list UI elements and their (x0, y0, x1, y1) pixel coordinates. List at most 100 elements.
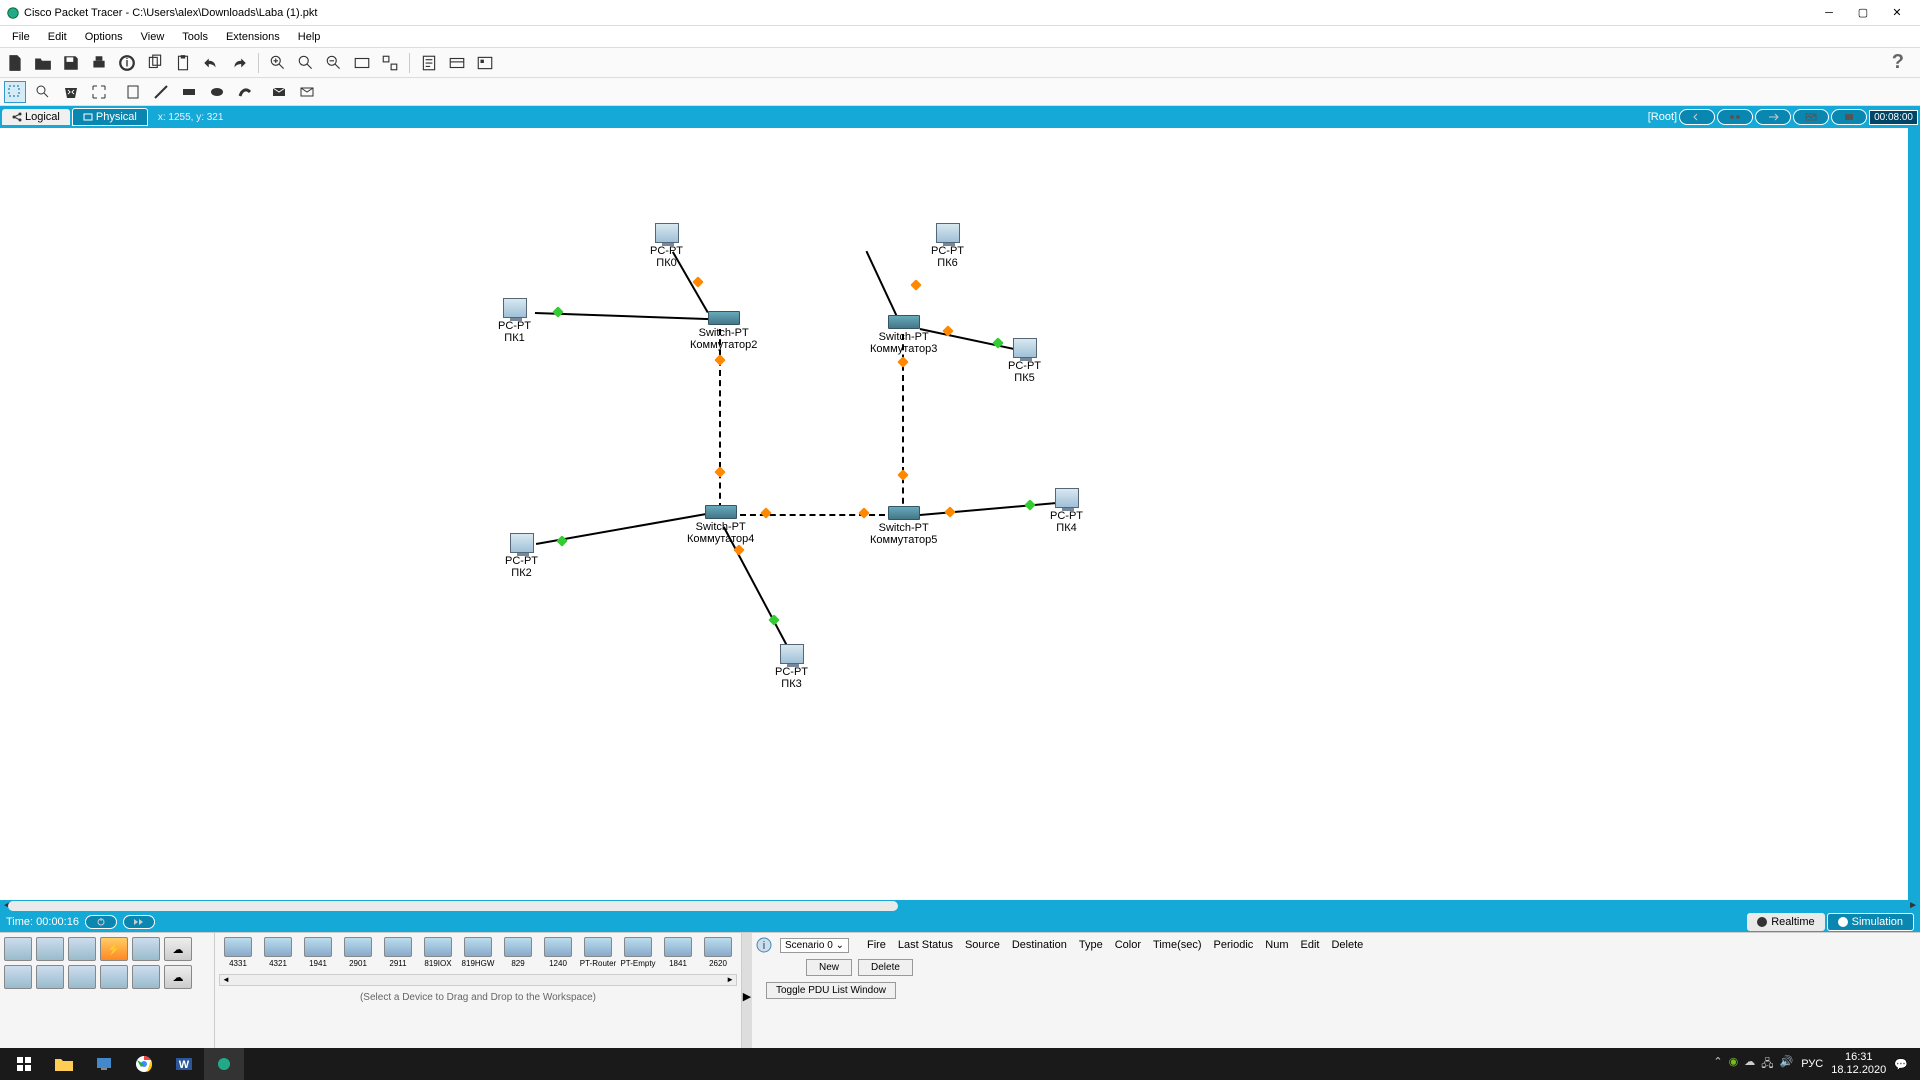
subcategory-switches[interactable] (36, 965, 64, 989)
draw-ellipse-icon[interactable] (206, 81, 228, 103)
tray-volume-icon[interactable]: 🔊 (1780, 1055, 1794, 1074)
open-file-icon[interactable] (32, 52, 54, 74)
subcategory-routers[interactable] (4, 965, 32, 989)
device-pc4[interactable]: PC-PT ПК4 (1050, 488, 1083, 534)
device-model-item[interactable]: 1941 (299, 937, 337, 968)
tray-language[interactable]: РУС (1801, 1058, 1823, 1070)
viewport-icon[interactable] (446, 52, 468, 74)
device-model-item[interactable]: 819IOX (419, 937, 457, 968)
menu-file[interactable]: File (4, 29, 38, 45)
category-network-devices[interactable] (4, 937, 32, 961)
link-pc6-sw3[interactable] (866, 251, 901, 324)
category-components[interactable] (68, 937, 96, 961)
toggle-pdu-list-button[interactable]: Toggle PDU List Window (766, 982, 896, 999)
place-note-icon[interactable] (122, 81, 144, 103)
device-model-item[interactable]: 1240 (539, 937, 577, 968)
nav-move-button[interactable] (1755, 109, 1791, 125)
menu-options[interactable]: Options (77, 29, 131, 45)
tray-notifications-icon[interactable]: 💬 (1894, 1058, 1908, 1071)
nav-background-button[interactable] (1793, 109, 1829, 125)
paste-icon[interactable] (172, 52, 194, 74)
start-button[interactable] (4, 1048, 44, 1080)
workspace-canvas[interactable]: PC-PT ПК0 PC-PT ПК6 PC-PT ПК1 Switch-PT … (0, 128, 1920, 900)
new-file-icon[interactable] (4, 52, 26, 74)
environment-icon[interactable] (474, 52, 496, 74)
complex-pdu-icon[interactable] (296, 81, 318, 103)
device-model-item[interactable]: 4331 (219, 937, 257, 968)
device-sw5[interactable]: Switch-PT Коммутатор5 (870, 506, 937, 546)
network-description-icon[interactable] (418, 52, 440, 74)
menu-tools[interactable]: Tools (174, 29, 216, 45)
device-sw4[interactable]: Switch-PT Коммутатор4 (687, 505, 754, 545)
device-model-item[interactable]: 4321 (259, 937, 297, 968)
taskbar-packet-tracer[interactable] (204, 1048, 244, 1080)
taskbar-chrome[interactable] (124, 1048, 164, 1080)
zoom-out-icon[interactable] (323, 52, 345, 74)
fast-forward-button[interactable] (123, 915, 155, 929)
panel-expand-handle[interactable]: ▶ (742, 933, 752, 1060)
draw-freeform-icon[interactable] (234, 81, 256, 103)
device-model-item[interactable]: 2901 (339, 937, 377, 968)
menu-edit[interactable]: Edit (40, 29, 75, 45)
delete-scenario-button[interactable]: Delete (858, 959, 913, 976)
taskbar-app1[interactable] (84, 1048, 124, 1080)
simple-pdu-icon[interactable] (268, 81, 290, 103)
device-pc2[interactable]: PC-PT ПК2 (505, 533, 538, 579)
physical-tab[interactable]: Physical (72, 108, 148, 126)
menu-view[interactable]: View (133, 29, 173, 45)
device-pc6[interactable]: PC-PT ПК6 (931, 223, 964, 269)
zoom-in-icon[interactable] (267, 52, 289, 74)
nav-cluster-button[interactable] (1717, 109, 1753, 125)
close-button[interactable]: ✕ (1880, 1, 1914, 25)
tray-clock[interactable]: 16:31 18.12.2020 (1831, 1051, 1886, 1077)
device-model-item[interactable]: 1841 (659, 937, 697, 968)
subcategory-wan[interactable]: ☁ (164, 965, 192, 989)
power-cycle-button[interactable] (85, 915, 117, 929)
tray-up-icon[interactable]: ⌃ (1713, 1055, 1722, 1074)
nav-back-button[interactable] (1679, 109, 1715, 125)
device-sw3[interactable]: Switch-PT Коммутатор3 (870, 315, 937, 355)
maximize-button[interactable]: ▢ (1846, 1, 1880, 25)
device-scrollbar[interactable] (219, 974, 737, 986)
device-model-item[interactable]: 829 (499, 937, 537, 968)
device-model-item[interactable]: PT-Router (579, 937, 617, 968)
help-icon[interactable]: ? (1880, 51, 1916, 74)
subcategory-wireless[interactable] (100, 965, 128, 989)
drawing-palette-icon[interactable] (351, 52, 373, 74)
device-model-item[interactable]: 819HGW (459, 937, 497, 968)
custom-devices-icon[interactable] (379, 52, 401, 74)
save-icon[interactable] (60, 52, 82, 74)
category-connections[interactable]: ⚡ (100, 937, 128, 961)
device-pc1[interactable]: PC-PT ПК1 (498, 298, 531, 344)
activity-wizard-icon[interactable]: i (116, 52, 138, 74)
tray-onedrive-icon[interactable]: ☁ (1744, 1055, 1755, 1074)
simulation-mode-button[interactable]: Simulation (1827, 913, 1914, 931)
delete-tool-icon[interactable] (60, 81, 82, 103)
resize-tool-icon[interactable] (88, 81, 110, 103)
device-pc0[interactable]: PC-PT ПК0 (650, 223, 683, 269)
scenario-selector[interactable]: Scenario 0 ⌄ (780, 938, 849, 953)
category-end-devices[interactable] (36, 937, 64, 961)
scroll-right-arrow[interactable]: ► (1908, 900, 1918, 911)
device-model-item[interactable]: PT-Empty (619, 937, 657, 968)
category-miscellaneous[interactable] (132, 937, 160, 961)
subcategory-security[interactable] (132, 965, 160, 989)
menu-extensions[interactable]: Extensions (218, 29, 288, 45)
inspect-tool-icon[interactable] (32, 81, 54, 103)
taskbar-word[interactable]: W (164, 1048, 204, 1080)
logical-tab[interactable]: Logical (2, 109, 70, 125)
link-sw5-pc4[interactable] (920, 502, 1060, 516)
horizontal-scrollbar[interactable]: ◄ ► (0, 900, 1920, 912)
undo-icon[interactable] (200, 52, 222, 74)
draw-rectangle-icon[interactable] (178, 81, 200, 103)
realtime-mode-button[interactable]: Realtime (1747, 913, 1824, 931)
device-sw2[interactable]: Switch-PT Коммутатор2 (690, 311, 757, 351)
device-pc3[interactable]: PC-PT ПК3 (775, 644, 808, 690)
device-model-item[interactable]: 2911 (379, 937, 417, 968)
minimize-button[interactable]: ─ (1812, 1, 1846, 25)
scroll-thumb[interactable] (8, 901, 898, 911)
taskbar-explorer[interactable] (44, 1048, 84, 1080)
tray-network-icon[interactable]: 🖧 (1761, 1055, 1773, 1074)
tray-nvidia-icon[interactable]: ◉ (1729, 1055, 1739, 1074)
draw-line-icon[interactable] (150, 81, 172, 103)
